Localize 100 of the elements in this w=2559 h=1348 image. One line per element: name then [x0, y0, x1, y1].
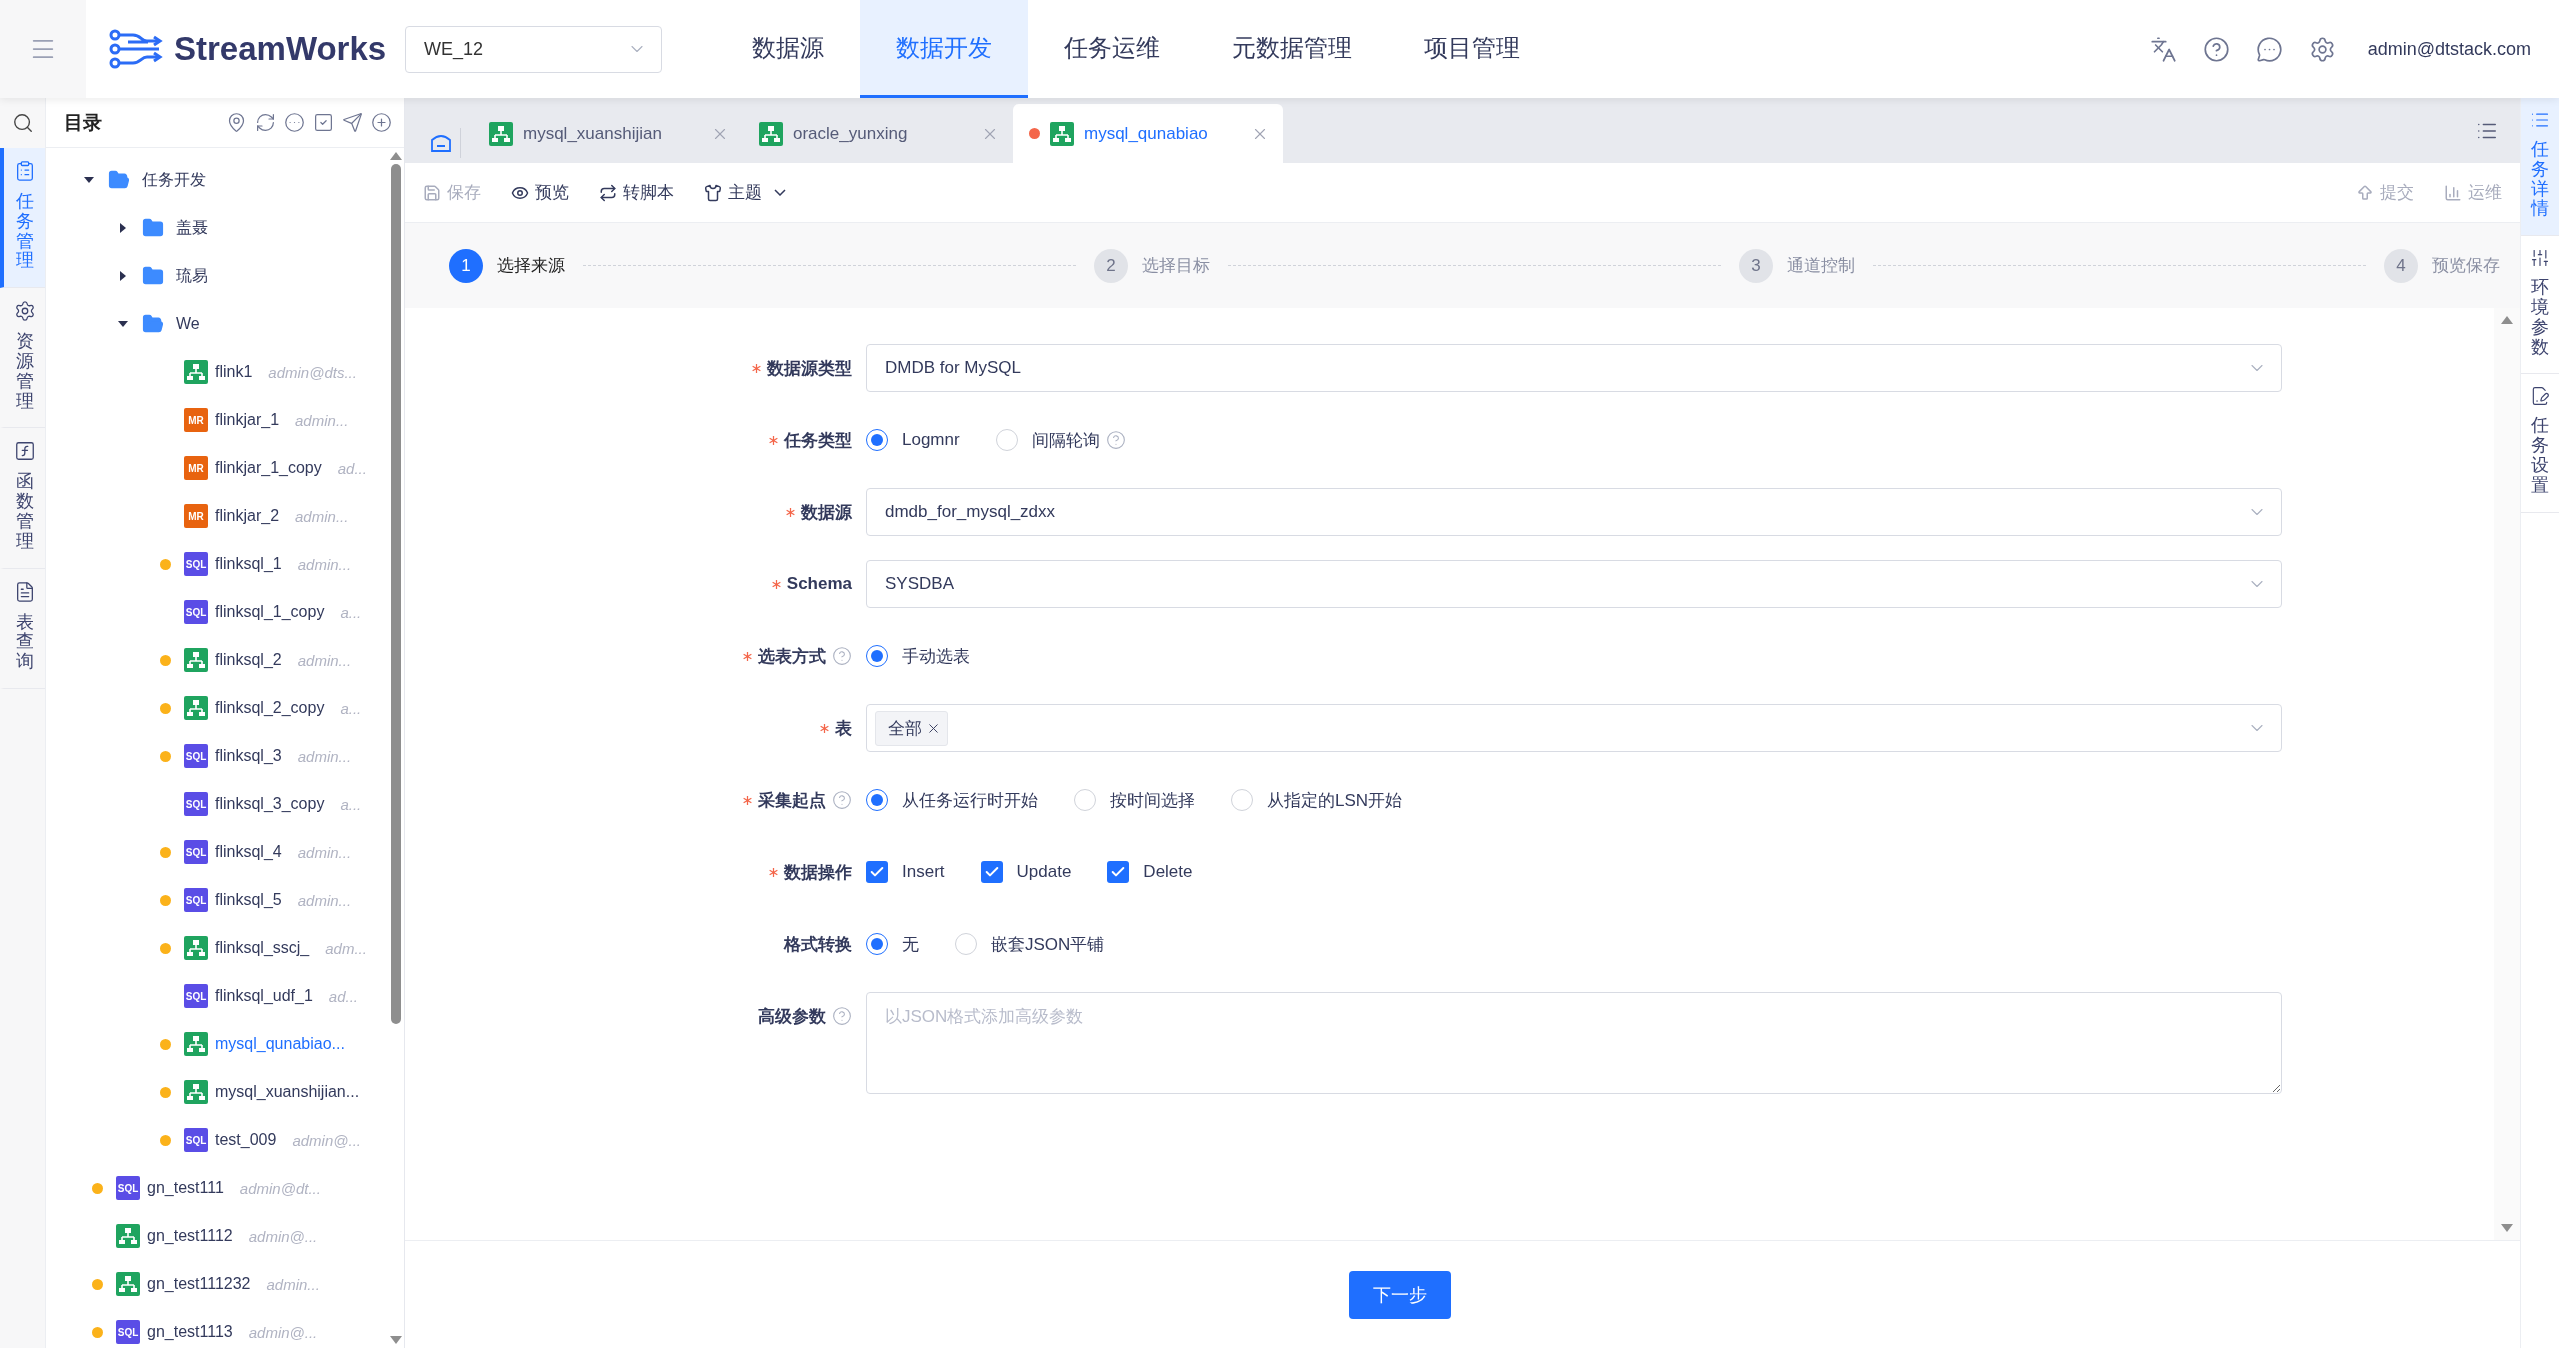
user-email[interactable]: admin@dtstack.com — [2367, 38, 2531, 60]
task-owner: admin... — [297, 555, 352, 573]
task-owner: admin@dt... — [239, 1179, 321, 1197]
nav-tab[interactable]: 元数据管理 — [1196, 0, 1388, 98]
task-owner: ad... — [328, 987, 359, 1005]
folder-name[interactable]: We — [176, 315, 200, 333]
task-name[interactable]: gn_test1112 — [147, 1227, 233, 1245]
tag[interactable]: 全部 — [875, 710, 948, 746]
refresh-icon[interactable] — [255, 112, 276, 133]
select-field[interactable]: SYSDBA — [866, 560, 2282, 608]
task-owner: admin@... — [248, 1227, 318, 1245]
task-name[interactable]: flinksql_5 — [215, 891, 282, 909]
editor-tab[interactable]: oracle_yunxing — [743, 104, 1013, 163]
task-owner: a... — [340, 603, 362, 621]
rail-tab[interactable]: 任务管理 — [0, 148, 45, 289]
task-name[interactable]: mysql_xuanshijian... — [215, 1083, 360, 1101]
task-name[interactable]: flinksql_3 — [215, 747, 282, 765]
checkbox[interactable] — [980, 861, 1003, 883]
task-name[interactable]: mysql_qunabiao... — [215, 1035, 345, 1053]
task-name[interactable]: flink1 — [215, 363, 253, 381]
add-icon[interactable] — [371, 112, 392, 133]
send-icon[interactable] — [342, 112, 363, 133]
checkbox-icon[interactable] — [313, 112, 334, 133]
flow-task-icon — [184, 1080, 208, 1104]
checkbox[interactable] — [1107, 861, 1130, 883]
sql-badge: SQL — [184, 888, 208, 912]
task-name[interactable]: flinksql_udf_1 — [215, 987, 313, 1005]
folder-name[interactable]: 盖聂 — [176, 217, 208, 239]
next-button[interactable]: 下一步 — [1348, 1270, 1451, 1319]
task-name[interactable]: gn_test111 — [147, 1179, 224, 1197]
task-owner: admin... — [297, 747, 352, 765]
folder-name[interactable]: 任务开发 — [142, 169, 206, 191]
location-icon[interactable] — [226, 112, 247, 133]
scroll-up-icon[interactable] — [2501, 316, 2513, 324]
checkbox-label[interactable]: Update — [1016, 862, 1072, 882]
more-icon[interactable] — [284, 112, 305, 133]
task-name[interactable]: flinksql_3_copy — [215, 795, 325, 813]
radio-label[interactable]: 从任务运行时开始 — [902, 788, 1038, 812]
task-name[interactable]: test_009 — [215, 1131, 277, 1149]
radio-label[interactable]: Logmnr — [902, 430, 960, 450]
panel-tab[interactable]: 任务详情 — [2521, 98, 2559, 237]
task-name[interactable]: flinkjar_1_copy — [215, 459, 322, 477]
field-label: 数据源 — [801, 501, 852, 524]
task-owner: a... — [340, 795, 362, 813]
scrollbar[interactable] — [2494, 308, 2520, 1240]
panel-tab[interactable]: 任务设置 — [2521, 374, 2559, 513]
task-name[interactable]: gn_test1113 — [147, 1323, 233, 1341]
task-owner: admin@... — [292, 1131, 361, 1149]
help-icon[interactable] — [2202, 35, 2230, 63]
task-owner: admin... — [295, 411, 349, 429]
folder-name[interactable]: 琉易 — [176, 265, 208, 287]
radio-label[interactable]: 嵌套JSON平铺 — [991, 932, 1105, 956]
editor-tab[interactable]: mysql_qunabiao — [1013, 104, 1283, 163]
checkbox-label[interactable]: Insert — [902, 862, 945, 882]
toolbar-button[interactable]: 预览 — [511, 181, 569, 204]
task-name[interactable]: flinksql_4 — [215, 843, 282, 861]
task-name[interactable]: flinksql_1_copy — [215, 603, 325, 621]
scroll-up-icon[interactable] — [390, 152, 402, 160]
radio-label[interactable]: 手动选表 — [902, 644, 970, 668]
nav-tab[interactable]: 任务运维 — [1028, 0, 1196, 98]
flow-task-icon — [184, 648, 208, 672]
task-owner: admin... — [266, 1275, 320, 1293]
nav-tab[interactable]: 项目管理 — [1388, 0, 1556, 98]
rail-tab[interactable]: 表查询 — [0, 568, 45, 689]
task-name[interactable]: flinksql_1 — [215, 555, 282, 573]
task-name[interactable]: flinksql_2_copy — [215, 699, 325, 717]
table-select[interactable]: 全部 — [866, 704, 2282, 752]
rail-tab[interactable]: 函数管理 — [0, 428, 45, 569]
task-owner: ad... — [337, 459, 367, 477]
folder-icon — [142, 217, 164, 239]
task-name[interactable]: flinksql_2 — [215, 651, 282, 669]
scroll-down-icon[interactable] — [390, 1336, 402, 1344]
toolbar-button[interactable]: 主题 — [704, 181, 786, 204]
task-name[interactable]: flinksql_sscj_ — [215, 939, 310, 957]
nav-tab[interactable]: 数据开发 — [860, 0, 1028, 98]
checkbox[interactable] — [866, 861, 888, 883]
task-name[interactable]: gn_test111232 — [147, 1275, 251, 1293]
radio-label[interactable]: 间隔轮询 — [1031, 428, 1100, 452]
edit-document-icon — [2530, 386, 2550, 407]
task-name[interactable]: flinkjar_2 — [215, 507, 280, 525]
language-icon[interactable] — [2149, 35, 2177, 63]
rail-tab[interactable]: 资源管理 — [0, 288, 45, 429]
params-field[interactable]: 以JSON格式添加高级参数 — [866, 992, 2282, 1094]
task-owner: admin@dts... — [268, 363, 357, 381]
nav-tab[interactable]: 数据源 — [716, 0, 860, 98]
editor-tab[interactable]: mysql_xuanshijian — [473, 104, 743, 163]
select-field[interactable]: dmdb_for_mysql_zdxx — [866, 488, 2282, 536]
select-field[interactable]: DMDB for MySQL — [866, 344, 2282, 392]
scroll-down-icon[interactable] — [2501, 1224, 2513, 1232]
toolbar-button[interactable]: 转脚本 — [599, 181, 674, 204]
radio-label[interactable]: 按时间选择 — [1110, 788, 1195, 812]
checkbox-label[interactable]: Delete — [1143, 862, 1193, 882]
task-owner: admin... — [295, 507, 349, 525]
flow-task-icon — [184, 936, 208, 960]
radio-label[interactable]: 从指定的LSN开始 — [1267, 788, 1403, 812]
chat-icon[interactable] — [2255, 35, 2283, 63]
radio-label[interactable]: 无 — [902, 932, 919, 956]
project-select[interactable]: WE_12 — [405, 25, 662, 73]
panel-tab[interactable]: 环境参数 — [2521, 236, 2559, 375]
task-name[interactable]: flinkjar_1 — [215, 411, 280, 429]
